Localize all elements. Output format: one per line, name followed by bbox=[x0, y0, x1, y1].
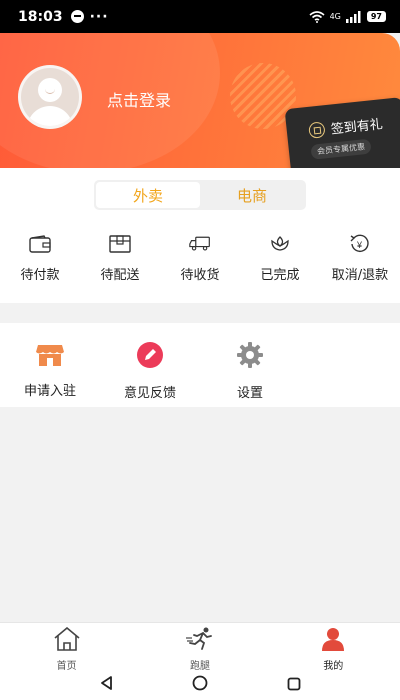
runner-icon bbox=[185, 627, 215, 655]
order-pending-delivery-label: 待配送 bbox=[100, 268, 140, 283]
gift-icon bbox=[308, 120, 326, 139]
home-icon bbox=[53, 626, 81, 655]
shop-icon bbox=[35, 341, 65, 371]
message-icon bbox=[70, 10, 84, 23]
order-refund[interactable]: ¥ 取消/退款 bbox=[320, 234, 400, 283]
signal-icon bbox=[345, 10, 361, 23]
order-pending-receipt-label: 待收货 bbox=[180, 268, 220, 283]
login-link[interactable]: 点击登录 bbox=[107, 87, 171, 111]
avatar-body bbox=[27, 106, 73, 126]
back-icon[interactable] bbox=[99, 675, 113, 695]
orders-panel: 外卖 电商 待付款 待配送 待收货 已完成 ¥ 取消/退款 bbox=[0, 168, 400, 303]
nav-mine[interactable]: 我的 bbox=[267, 623, 400, 672]
pencil-icon bbox=[136, 341, 164, 373]
order-type-tabs: 外卖 电商 bbox=[94, 180, 306, 210]
truck-icon bbox=[189, 234, 211, 254]
settings-label: 设置 bbox=[236, 386, 263, 401]
gear-icon bbox=[236, 341, 264, 373]
nav-errand[interactable]: 跑腿 bbox=[133, 623, 266, 672]
tab-ecommerce[interactable]: 电商 bbox=[200, 182, 304, 208]
order-completed-label: 已完成 bbox=[260, 268, 300, 283]
sign-in-subtitle: 会员专属优惠 bbox=[310, 138, 372, 160]
refund-icon: ¥ bbox=[349, 234, 371, 254]
apply-settle-in-label: 申请入驻 bbox=[23, 384, 76, 399]
order-pending-delivery[interactable]: 待配送 bbox=[80, 234, 160, 283]
wallet-icon bbox=[29, 234, 51, 254]
profile-header: 点击登录 签到有礼 会员专属优惠 bbox=[0, 33, 400, 168]
more-dots: ··· bbox=[89, 8, 109, 25]
settings-button[interactable]: 设置 bbox=[210, 341, 290, 401]
system-navigation-bar bbox=[0, 670, 400, 700]
tools-panel: 申请入驻 意见反馈 设置 bbox=[0, 323, 400, 407]
sign-in-title: 签到有礼 bbox=[330, 117, 384, 138]
order-pending-receipt[interactable]: 待收货 bbox=[160, 234, 240, 283]
order-refund-label: 取消/退款 bbox=[331, 268, 389, 283]
tab-takeout[interactable]: 外卖 bbox=[96, 182, 200, 208]
network-type: 4G bbox=[329, 12, 341, 21]
sign-in-reward-card[interactable]: 签到有礼 会员专属优惠 bbox=[284, 97, 400, 168]
flower-icon bbox=[269, 234, 291, 254]
status-time: 18:03 bbox=[18, 8, 63, 25]
apply-settle-in-button[interactable]: 申请入驻 bbox=[10, 341, 90, 399]
order-completed[interactable]: 已完成 bbox=[240, 234, 320, 283]
nav-home[interactable]: 首页 bbox=[0, 623, 133, 672]
recent-apps-icon[interactable] bbox=[287, 676, 301, 695]
order-pending-payment[interactable]: 待付款 bbox=[0, 234, 80, 283]
battery-indicator: 97 bbox=[366, 11, 386, 22]
box-icon bbox=[109, 234, 131, 254]
home-circle-icon[interactable] bbox=[192, 675, 208, 695]
svg-text:¥: ¥ bbox=[356, 240, 363, 250]
profile-icon bbox=[320, 627, 346, 655]
status-bar: 18:03 ··· 4G 97 bbox=[0, 0, 400, 33]
feedback-label: 意见反馈 bbox=[123, 386, 176, 401]
wifi-icon bbox=[309, 10, 325, 23]
bottom-tab-bar: 首页 跑腿 我的 bbox=[0, 622, 400, 672]
avatar[interactable] bbox=[18, 65, 82, 129]
feedback-button[interactable]: 意见反馈 bbox=[110, 341, 190, 401]
order-status-row: 待付款 待配送 待收货 已完成 ¥ 取消/退款 bbox=[0, 234, 400, 283]
order-pending-payment-label: 待付款 bbox=[20, 268, 60, 283]
